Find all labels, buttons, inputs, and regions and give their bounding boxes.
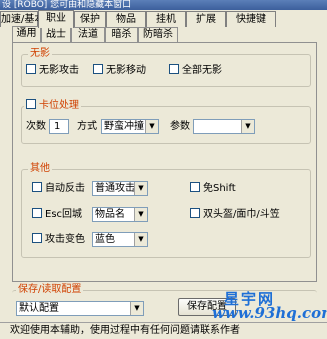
esc-return-checkbox[interactable] xyxy=(32,208,42,218)
stuck-mode-select[interactable]: 野蛮冲撞 ▼ xyxy=(101,119,159,134)
stuck-count-input[interactable]: 1 xyxy=(49,119,69,134)
no-shadow-attack-option[interactable]: 无影攻击 xyxy=(26,64,79,78)
chevron-down-icon[interactable]: ▼ xyxy=(134,208,147,221)
esc-return-value: 物品名 xyxy=(95,209,125,220)
tab-profession[interactable]: 职业 xyxy=(38,10,74,28)
tab-hotkeys[interactable]: 快捷键 xyxy=(226,11,276,27)
stuck-handling-group: 卡位处理 次数 1 方式 野蛮冲撞 ▼ 参数 ▼ xyxy=(21,99,311,144)
no-shadow-all-checkbox[interactable] xyxy=(169,64,179,74)
stuck-mode-value: 野蛮冲撞 xyxy=(104,121,144,132)
stuck-handling-group-title[interactable]: 卡位处理 xyxy=(24,99,81,112)
other-group-title: 其他 xyxy=(28,163,52,175)
esc-return-option[interactable]: Esc回城 xyxy=(32,208,82,222)
free-shift-option[interactable]: 免Shift xyxy=(190,182,236,196)
stuck-handling-label: 卡位处理 xyxy=(39,100,79,111)
subtab-mage-taoist[interactable]: 法道 xyxy=(71,27,105,42)
watermark-url: www.93hq.com xyxy=(212,304,327,322)
no-shadow-attack-checkbox[interactable] xyxy=(26,64,36,74)
subtab-anti-assassin[interactable]: 防暗杀 xyxy=(138,27,178,42)
subtab-assassin[interactable]: 暗杀 xyxy=(105,27,138,42)
auto-counter-option[interactable]: 自动反击 xyxy=(32,182,85,196)
auto-counter-value: 普通攻击 xyxy=(95,183,135,194)
profession-general-panel: 无影 无影攻击 无影移动 全部无影 卡位处理 次数 1 方式 野蛮冲撞 ▼ 参数… xyxy=(12,42,317,282)
stuck-param-select[interactable]: ▼ xyxy=(193,119,255,134)
no-shadow-group-title: 无影 xyxy=(28,48,52,60)
no-shadow-move-label: 无影移动 xyxy=(106,65,146,76)
config-select[interactable]: 默认配置 ▼ xyxy=(16,301,144,316)
stuck-param-label: 参数 xyxy=(170,121,190,132)
no-shadow-all-label: 全部无影 xyxy=(182,65,222,76)
double-headgear-checkbox[interactable] xyxy=(190,208,200,218)
free-shift-label: 免Shift xyxy=(203,183,236,194)
subtab-warrior[interactable]: 战士 xyxy=(41,27,71,42)
stuck-handling-checkbox[interactable] xyxy=(26,99,36,109)
attack-color-value: 蓝色 xyxy=(95,234,115,245)
tab-extend[interactable]: 扩展 xyxy=(186,11,226,27)
no-shadow-all-option[interactable]: 全部无影 xyxy=(169,64,222,78)
no-shadow-move-option[interactable]: 无影移动 xyxy=(93,64,146,78)
double-headgear-option[interactable]: 双头盔/面巾/斗笠 xyxy=(190,208,280,222)
chevron-down-icon[interactable]: ▼ xyxy=(134,233,147,246)
attack-color-checkbox[interactable] xyxy=(32,233,42,243)
attack-color-label: 攻击变色 xyxy=(45,234,85,245)
free-shift-checkbox[interactable] xyxy=(190,182,200,192)
no-shadow-group: 无影 无影攻击 无影移动 全部无影 xyxy=(21,48,311,87)
config-group-title: 保存/读取配置 xyxy=(16,284,84,296)
chevron-down-icon[interactable]: ▼ xyxy=(241,120,254,133)
chevron-down-icon[interactable]: ▼ xyxy=(130,302,143,315)
config-select-value: 默认配置 xyxy=(19,303,59,314)
window-title: 设 [ROBO] 您可由和隐藏本窗口 xyxy=(0,0,327,10)
other-group: 其他 自动反击 普通攻击 ▼ Esc回城 物品名 ▼ 攻击变色 蓝色 ▼ 免Sh… xyxy=(21,163,311,258)
stuck-count-label: 次数 xyxy=(26,121,46,132)
no-shadow-move-checkbox[interactable] xyxy=(93,64,103,74)
status-bar: 欢迎使用本辅助，使用过程中有任何问题请联系作者 xyxy=(0,322,327,339)
attack-color-option[interactable]: 攻击变色 xyxy=(32,233,85,247)
tab-afk[interactable]: 挂机 xyxy=(146,11,186,27)
watermark: 星宇网 www.93hq.com xyxy=(212,292,327,326)
stuck-mode-label: 方式 xyxy=(77,121,97,132)
double-headgear-label: 双头盔/面巾/斗笠 xyxy=(203,209,280,220)
chevron-down-icon[interactable]: ▼ xyxy=(145,120,158,133)
main-tab-bar: 加速/基本 职业 保护 物品 挂机 扩展 快捷键 xyxy=(0,10,327,28)
tab-protect[interactable]: 保护 xyxy=(74,11,106,27)
tab-items[interactable]: 物品 xyxy=(106,11,146,27)
tab-accelerate-basic[interactable]: 加速/基本 xyxy=(0,11,44,27)
esc-return-select[interactable]: 物品名 ▼ xyxy=(92,207,148,222)
attack-color-select[interactable]: 蓝色 ▼ xyxy=(92,232,148,247)
chevron-down-icon[interactable]: ▼ xyxy=(134,182,147,195)
auto-counter-label: 自动反击 xyxy=(45,183,85,194)
subtab-general[interactable]: 通用 xyxy=(12,26,41,43)
no-shadow-attack-label: 无影攻击 xyxy=(39,65,79,76)
auto-counter-select[interactable]: 普通攻击 ▼ xyxy=(92,181,148,196)
esc-return-label: Esc回城 xyxy=(45,209,83,220)
auto-counter-checkbox[interactable] xyxy=(32,182,42,192)
